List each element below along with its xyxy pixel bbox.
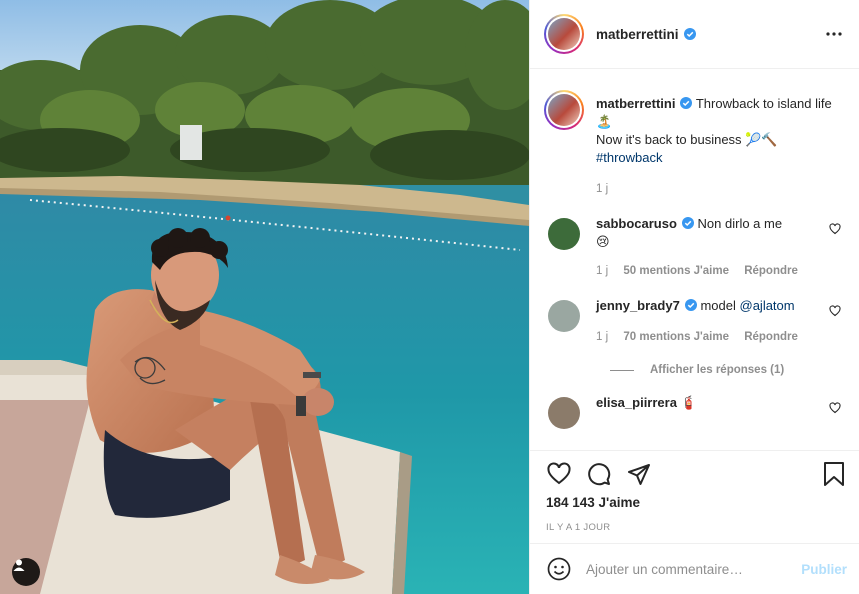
avatar[interactable] (544, 14, 584, 54)
add-comment-bar: Publier (530, 543, 859, 594)
emoji-icon (547, 557, 571, 581)
mention-link[interactable]: @ajlatom (740, 298, 795, 313)
comment-item: elisa_piirrera 🧯 (544, 394, 843, 429)
tagged-user-button[interactable] (12, 558, 40, 586)
save-button[interactable] (821, 461, 847, 487)
comment-item: sabbocaruso Non dirlo a me 😢 1 j 50 ment… (544, 215, 843, 280)
commenter-avatar[interactable] (548, 218, 580, 250)
share-icon (628, 464, 650, 485)
caption-line-2: Now it's back to business 🎾🔨 (596, 132, 778, 147)
caption-text: matberrettini Throwback to island life🏝️… (596, 95, 843, 167)
caption-time[interactable]: 1 j (596, 180, 843, 198)
commenter-avatar[interactable] (548, 397, 580, 429)
comment-emoji: 🧯 (680, 395, 697, 410)
post-header: matberrettini (530, 0, 859, 69)
like-comment-heart-icon[interactable] (829, 223, 841, 235)
verified-badge-icon (680, 97, 693, 109)
comment-input[interactable] (586, 561, 802, 577)
comment-emoji: 😢 (596, 234, 610, 249)
caption-username[interactable]: matberrettini (596, 96, 675, 111)
user-icon (13, 559, 25, 571)
more-options-button[interactable] (822, 22, 846, 46)
comment-likes[interactable]: 70 mentions J'aime (623, 331, 729, 343)
like-comment-heart-icon[interactable] (829, 305, 841, 317)
comment-likes[interactable]: 50 mentions J'aime (623, 265, 729, 277)
verified-badge-icon (683, 27, 696, 40)
commenter-avatar[interactable] (548, 300, 580, 332)
post-caption: matberrettini Throwback to island life🏝️… (544, 70, 843, 198)
more-options-icon (826, 32, 842, 36)
comment-button[interactable] (586, 461, 612, 487)
publish-button[interactable]: Publier (801, 562, 847, 577)
commenter-username[interactable]: jenny_brady7 (596, 298, 680, 313)
view-replies-label[interactable]: Afficher les réponses (1) (650, 364, 784, 376)
post-photo[interactable] (0, 0, 529, 594)
like-button[interactable] (546, 461, 572, 487)
post-actions: 184 143 J'aime IL Y A 1 JOUR (530, 450, 859, 533)
verified-badge-icon (684, 299, 697, 311)
instagram-post: matberrettini matberrettini Throwback to… (0, 0, 859, 594)
bookmark-icon (824, 462, 844, 486)
heart-icon (547, 462, 571, 485)
emoji-button[interactable] (546, 556, 572, 582)
caption-avatar[interactable] (544, 90, 584, 130)
reply-button[interactable]: Répondre (744, 331, 798, 343)
likes-count[interactable]: 184 143 J'aime (546, 495, 843, 510)
comments-list[interactable]: matberrettini Throwback to island life🏝️… (530, 70, 859, 450)
commenter-username[interactable]: elisa_piirrera (596, 395, 677, 410)
like-comment-heart-icon[interactable] (829, 402, 841, 414)
commenter-username[interactable]: sabbocaruso (596, 216, 677, 231)
comment-icon (588, 463, 611, 486)
hashtag-link[interactable]: #throwback (596, 150, 662, 165)
comment-text: Non dirlo a me (697, 216, 783, 231)
replies-divider (610, 369, 634, 371)
header-username[interactable]: matberrettini (596, 27, 696, 42)
reply-button[interactable]: Répondre (744, 265, 798, 277)
comment-time[interactable]: 1 j (596, 331, 608, 343)
comment-item: jenny_brady7 model @ajlatom 1 j 70 menti… (544, 297, 843, 346)
post-side-panel: matberrettini matberrettini Throwback to… (529, 0, 859, 594)
share-button[interactable] (626, 461, 652, 487)
post-date[interactable]: IL Y A 1 JOUR (546, 522, 843, 533)
verified-badge-icon (681, 217, 694, 229)
photo-illustration (0, 0, 529, 594)
view-replies-button[interactable]: Afficher les réponses (1) (610, 364, 843, 376)
comment-time[interactable]: 1 j (596, 265, 608, 277)
comment-text: model (700, 298, 736, 313)
